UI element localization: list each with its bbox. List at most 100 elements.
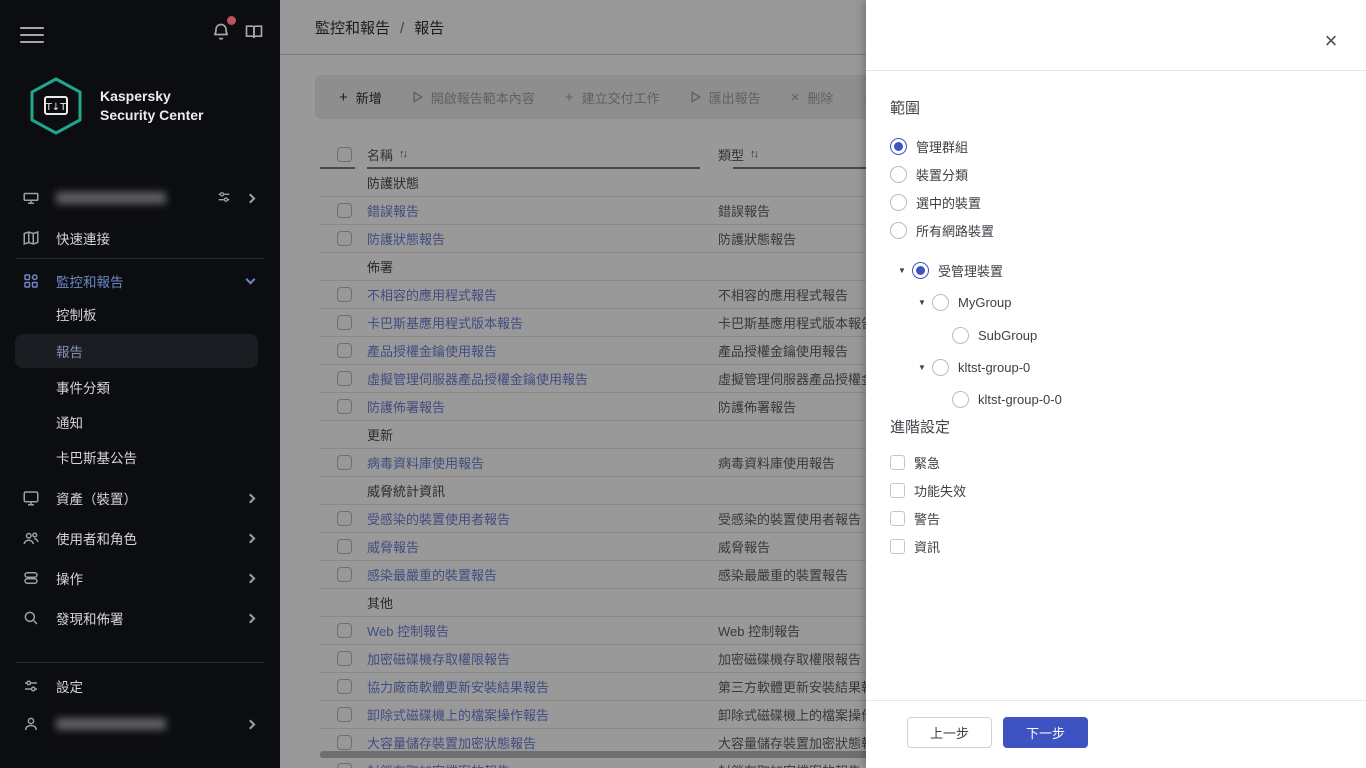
sidebar-item-event-selections[interactable]: 事件分類 [0, 370, 280, 404]
radio-icon[interactable] [890, 221, 907, 239]
server-settings-icon[interactable] [216, 189, 232, 208]
radio-all-network-devices[interactable]: 所有網路裝置 [890, 220, 994, 240]
next-button[interactable]: 下一步 [1003, 717, 1088, 748]
close-icon[interactable]: × [1318, 28, 1344, 54]
search-icon [22, 609, 40, 627]
tree-node-kltst-group-0[interactable]: ▼ kltst-group-0 [918, 357, 1030, 377]
checkbox-warning[interactable]: 警告 [890, 508, 940, 528]
sidebar-item-label: 報告 [56, 345, 83, 360]
sliders-icon [22, 677, 40, 695]
sidebar-item-dashboard[interactable]: 控制板 [0, 297, 280, 331]
radio-selected-devices[interactable]: 選中的裝置 [890, 192, 981, 212]
chevron-right-icon [245, 719, 256, 729]
sidebar-item-operations[interactable]: 操作 [0, 561, 280, 595]
tree-expand-icon[interactable]: ▼ [918, 298, 932, 307]
sidebar-item-reports[interactable]: 報告 [0, 334, 280, 368]
radio-icon[interactable] [890, 193, 907, 211]
sidebar-item-label: 設定 [56, 680, 83, 695]
tree-node-label: MyGroup [958, 294, 1012, 310]
drawer-footer-divider [866, 700, 1366, 701]
tree-node-kltst-group-0-0[interactable]: kltst-group-0-0 [952, 389, 1062, 409]
checkbox-label: 緊急 [914, 455, 941, 471]
radio-label: 選中的裝置 [916, 195, 982, 211]
tree-node-label: 受管理裝置 [938, 263, 1004, 279]
tree-expand-icon[interactable]: ▼ [898, 266, 912, 275]
tree-expand-icon[interactable]: ▼ [918, 363, 932, 372]
sidebar-item-label: 卡巴斯基公告 [56, 451, 137, 466]
radio-selected-icon[interactable] [890, 137, 907, 155]
map-icon [22, 229, 40, 247]
sidebar-topbar [0, 0, 280, 64]
layers-icon [22, 569, 40, 587]
sidebar-item-notifications[interactable]: 通知 [0, 405, 280, 439]
sidebar-divider [16, 258, 264, 259]
sidebar-item-discovery[interactable]: 發現和佈署 [0, 601, 280, 635]
advanced-section-title: 進階設定 [890, 419, 951, 436]
radio-icon[interactable] [890, 165, 907, 183]
chevron-down-icon [245, 274, 256, 284]
back-button[interactable]: 上一步 [907, 717, 992, 748]
drawer-divider [866, 70, 1366, 71]
chevron-right-icon [245, 533, 256, 543]
radio-icon[interactable] [952, 326, 969, 344]
radio-label: 管理群組 [916, 139, 969, 155]
radio-icon[interactable] [932, 293, 949, 311]
help-book-icon[interactable] [244, 22, 264, 47]
sidebar-item-label: 事件分類 [56, 381, 110, 396]
checkbox-icon[interactable] [890, 482, 905, 498]
chevron-right-icon [245, 193, 256, 203]
sidebar-item-label: 使用者和角色 [56, 532, 137, 547]
logo-line2: Security Center [100, 107, 204, 123]
tree-node-managed-devices[interactable]: ▼ 受管理裝置 [898, 260, 1003, 280]
hamburger-menu-icon[interactable] [20, 22, 44, 43]
server-name-redacted [56, 192, 166, 204]
checkbox-icon[interactable] [890, 454, 905, 470]
checkbox-info[interactable]: 資訊 [890, 536, 940, 556]
checkbox-icon[interactable] [890, 510, 905, 526]
sidebar-item-monitoring[interactable]: 監控和報告 [0, 264, 280, 298]
account-name-redacted [56, 718, 166, 730]
tree-node-subgroup[interactable]: SubGroup [952, 325, 1037, 345]
notifications-bell-icon[interactable] [211, 22, 231, 47]
sidebar-item-users-roles[interactable]: 使用者和角色 [0, 521, 280, 555]
new-report-wizard-drawer: × 範圍 管理群組 裝置分類 選中的裝置 所有網路裝置 ▼ 受管理裝置 ▼ My… [866, 0, 1366, 768]
radio-icon[interactable] [932, 358, 949, 376]
monitor-icon [22, 489, 40, 507]
chevron-right-icon [245, 613, 256, 623]
scope-section-title: 範圍 [890, 100, 921, 117]
sidebar-item-quick-links[interactable]: 快速連接 [0, 221, 280, 255]
radio-icon[interactable] [952, 390, 969, 408]
sidebar-item-label: 控制板 [56, 308, 97, 323]
sidebar-item-label: 操作 [56, 572, 83, 587]
kaspersky-logo: T↓T Kaspersky Security Center [28, 76, 203, 136]
notification-badge [227, 16, 236, 25]
radio-device-selections[interactable]: 裝置分類 [890, 164, 968, 184]
radio-label: 裝置分類 [916, 167, 969, 183]
sidebar-item-announcements[interactable]: 卡巴斯基公告 [0, 440, 280, 474]
tree-node-label: kltst-group-0 [958, 359, 1031, 375]
sidebar-item-label: 快速連接 [56, 232, 110, 247]
tree-node-mygroup[interactable]: ▼ MyGroup [918, 292, 1011, 312]
checkbox-critical[interactable]: 緊急 [890, 452, 940, 472]
sidebar-item-server[interactable] [0, 181, 280, 215]
checkbox-functional-failure[interactable]: 功能失效 [890, 480, 966, 500]
sidebar-item-assets[interactable]: 資產（裝置） [0, 481, 280, 515]
logo-line1: Kaspersky [100, 88, 171, 104]
tree-node-label: SubGroup [978, 327, 1038, 343]
grid-icon [22, 272, 40, 290]
radio-selected-icon[interactable] [912, 261, 929, 279]
sidebar-item-label: 監控和報告 [56, 275, 124, 290]
radio-admin-groups[interactable]: 管理群組 [890, 136, 968, 156]
chevron-right-icon [245, 573, 256, 583]
radio-label: 所有網路裝置 [916, 223, 995, 239]
server-icon [22, 189, 40, 207]
svg-text:T↓T: T↓T [45, 102, 67, 113]
sidebar-divider [16, 662, 264, 663]
sidebar-item-account[interactable] [0, 707, 280, 741]
chevron-right-icon [245, 493, 256, 503]
sidebar-item-label: 發現和佈署 [56, 612, 124, 627]
checkbox-icon[interactable] [890, 538, 905, 554]
user-icon [22, 715, 40, 733]
sidebar-item-settings[interactable]: 設定 [0, 669, 280, 703]
app-window: T↓T Kaspersky Security Center 快速連接 監控和報告… [0, 0, 1366, 768]
